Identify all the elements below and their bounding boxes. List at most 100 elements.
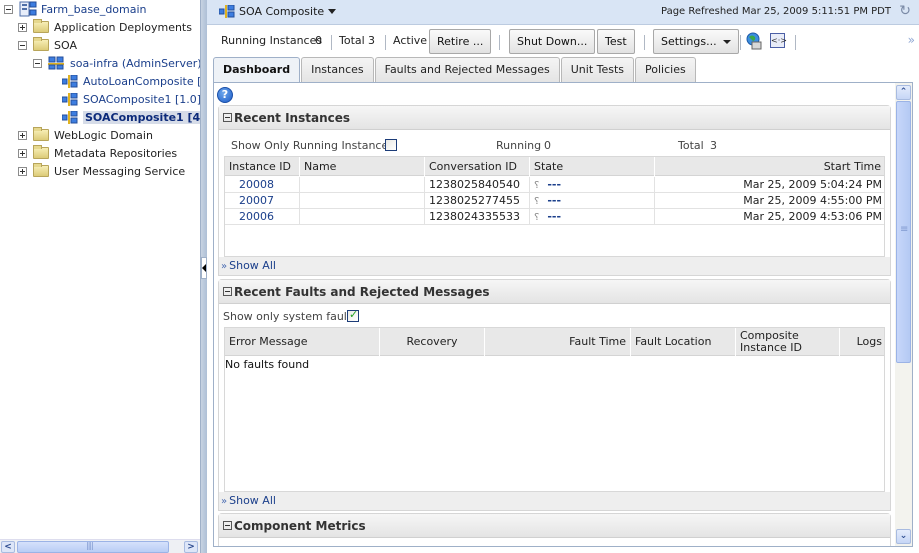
show-all-label[interactable]: Show All: [229, 494, 276, 507]
help-icon[interactable]: ?: [217, 87, 233, 103]
column-name[interactable]: Name: [300, 157, 425, 176]
scroll-thumb[interactable]: [896, 101, 911, 363]
recent-instances-header[interactable]: Recent Instances: [219, 106, 890, 130]
web-service-test-icon[interactable]: [745, 32, 763, 53]
column-logs[interactable]: Logs: [840, 328, 886, 356]
toolbar-divider: [740, 35, 741, 50]
test-button[interactable]: Test: [597, 29, 635, 54]
running-instances-label: Running Instances: [221, 34, 323, 47]
tab-policies[interactable]: Policies: [635, 57, 696, 82]
tree-label-selected[interactable]: SOAComposite1 [4.0: [83, 110, 200, 124]
recent-faults-header[interactable]: Recent Faults and Rejected Messages: [219, 280, 890, 304]
conversation-id: 1238024335533: [425, 209, 530, 225]
tab-faults-rejected-messages[interactable]: Faults and Rejected Messages: [374, 57, 560, 82]
tree-label[interactable]: Metadata Repositories: [54, 147, 177, 160]
domain-icon: [19, 1, 37, 17]
expand-icon[interactable]: [18, 22, 27, 32]
scroll-right-icon[interactable]: >: [184, 541, 198, 553]
navigation-tree: Farm_base_domain Application Deployments…: [0, 0, 200, 553]
column-error-message[interactable]: Error Message: [225, 328, 380, 356]
settings-button[interactable]: Settings...: [653, 29, 739, 54]
instance-id-link[interactable]: 20007: [225, 193, 300, 209]
conversation-id: 1238025840540: [425, 177, 530, 193]
collapse-icon[interactable]: [18, 40, 27, 50]
tab-instances[interactable]: Instances: [301, 57, 374, 82]
scroll-down-icon[interactable]: ⌄: [896, 529, 911, 544]
tab-dashboard[interactable]: Dashboard: [213, 57, 301, 83]
tree-label[interactable]: WebLogic Domain: [54, 129, 153, 142]
tree-label[interactable]: soa-infra (AdminServer): [70, 57, 200, 70]
refresh-icon[interactable]: ↻: [899, 3, 911, 19]
instances-show-all-link[interactable]: » Show All: [219, 257, 890, 275]
show-all-label[interactable]: Show All: [229, 259, 276, 272]
system-faults-filter-label: Show only system faults: [223, 310, 357, 323]
column-fault-location[interactable]: Fault Location: [631, 328, 736, 356]
component-metrics-header[interactable]: Component Metrics: [219, 514, 890, 538]
expand-icon[interactable]: [18, 166, 27, 176]
column-conversation-id[interactable]: Conversation ID: [425, 157, 530, 176]
column-recovery[interactable]: Recovery: [380, 328, 485, 356]
total-value: 3: [368, 34, 375, 47]
toolbar-divider: [499, 35, 500, 50]
tree-node-autoloan[interactable]: AutoLoanComposite [2.0: [61, 72, 200, 90]
instance-id-link[interactable]: 20008: [225, 177, 300, 193]
tree-node-soa-infra[interactable]: soa-infra (AdminServer): [33, 54, 200, 72]
state-value[interactable]: ---: [547, 178, 561, 191]
tree-label[interactable]: AutoLoanComposite [2.0: [83, 75, 200, 88]
total-value: 3: [710, 139, 717, 152]
table-row: 20008 1238025840540 ⸮ --- Mar 25, 2009 5:…: [225, 177, 884, 193]
tree-label[interactable]: Application Deployments: [54, 21, 192, 34]
tree-node-application-deployments[interactable]: Application Deployments: [18, 18, 192, 36]
retire-button[interactable]: Retire ...: [429, 29, 492, 54]
scroll-up-icon[interactable]: ⌃: [896, 85, 911, 100]
expand-icon[interactable]: [18, 130, 27, 140]
column-fault-time[interactable]: Fault Time: [485, 328, 631, 356]
collapse-icon[interactable]: [223, 521, 232, 530]
content-vertical-scrollbar[interactable]: ⌃ ⌄: [895, 83, 912, 546]
tree-label[interactable]: SOAComposite1 [1.0]: [83, 93, 200, 106]
state-cell: ⸮ ---: [530, 177, 655, 193]
show-only-system-faults-checkbox[interactable]: [347, 308, 359, 322]
scroll-left-icon[interactable]: <: [1, 541, 15, 553]
faults-show-all-link[interactable]: » Show All: [219, 492, 890, 510]
show-all-icon: »: [221, 261, 228, 272]
tree-node-farm[interactable]: Farm_base_domain: [4, 0, 147, 18]
pane-splitter[interactable]: [200, 0, 207, 553]
tab-unit-tests[interactable]: Unit Tests: [560, 57, 635, 82]
state-value[interactable]: ---: [547, 210, 561, 223]
table-header: Error Message Recovery Fault Time Fault …: [225, 328, 884, 356]
show-only-running-checkbox[interactable]: [385, 139, 397, 151]
collapse-icon[interactable]: [223, 113, 232, 122]
collapse-icon[interactable]: [4, 4, 13, 14]
tab-bar: Dashboard Instances Faults and Rejected …: [213, 57, 697, 83]
show-xml-definition-icon[interactable]: <·>: [770, 33, 787, 48]
tree-node-weblogic-domain[interactable]: WebLogic Domain: [18, 126, 153, 144]
tree-node-soacomposite1-4[interactable]: SOAComposite1 [4.0: [61, 108, 200, 126]
tree-node-soacomposite1-1[interactable]: SOAComposite1 [1.0]: [61, 90, 200, 108]
expand-icon[interactable]: [18, 148, 27, 158]
soa-composite-menu[interactable]: SOA Composite: [219, 5, 337, 18]
tree-label[interactable]: User Messaging Service: [54, 165, 185, 178]
column-composite-instance-id[interactable]: Composite Instance ID: [736, 328, 840, 356]
shut-down-button[interactable]: Shut Down...: [509, 29, 596, 54]
tree-node-metadata-repositories[interactable]: Metadata Repositories: [18, 144, 177, 162]
tree-node-user-messaging-service[interactable]: User Messaging Service: [18, 162, 185, 180]
table-row: 20007 1238025277455 ⸮ --- Mar 25, 2009 4:…: [225, 193, 884, 209]
tree-node-soa[interactable]: SOA: [18, 36, 77, 54]
scroll-thumb[interactable]: [17, 541, 169, 553]
running-filter-label: Show Only Running Instances: [231, 139, 394, 152]
component-metrics-panel: Component Metrics: [218, 513, 891, 546]
column-start-time[interactable]: Start Time: [655, 157, 886, 176]
toolbar-overflow-icon[interactable]: »: [908, 33, 915, 47]
tree-label[interactable]: Farm_base_domain: [41, 3, 147, 16]
dashboard-content: ? Recent Instances Show Only Running Ins…: [213, 82, 913, 547]
collapse-icon[interactable]: [33, 58, 42, 68]
state-value[interactable]: ---: [547, 194, 561, 207]
nav-horizontal-scrollbar[interactable]: < >: [0, 539, 200, 553]
column-state[interactable]: State: [530, 157, 655, 176]
folder-icon: [33, 145, 49, 159]
column-instance-id[interactable]: Instance ID: [225, 157, 300, 176]
collapse-icon[interactable]: [223, 287, 232, 296]
tree-label[interactable]: SOA: [54, 39, 77, 52]
instance-id-link[interactable]: 20006: [225, 209, 300, 225]
